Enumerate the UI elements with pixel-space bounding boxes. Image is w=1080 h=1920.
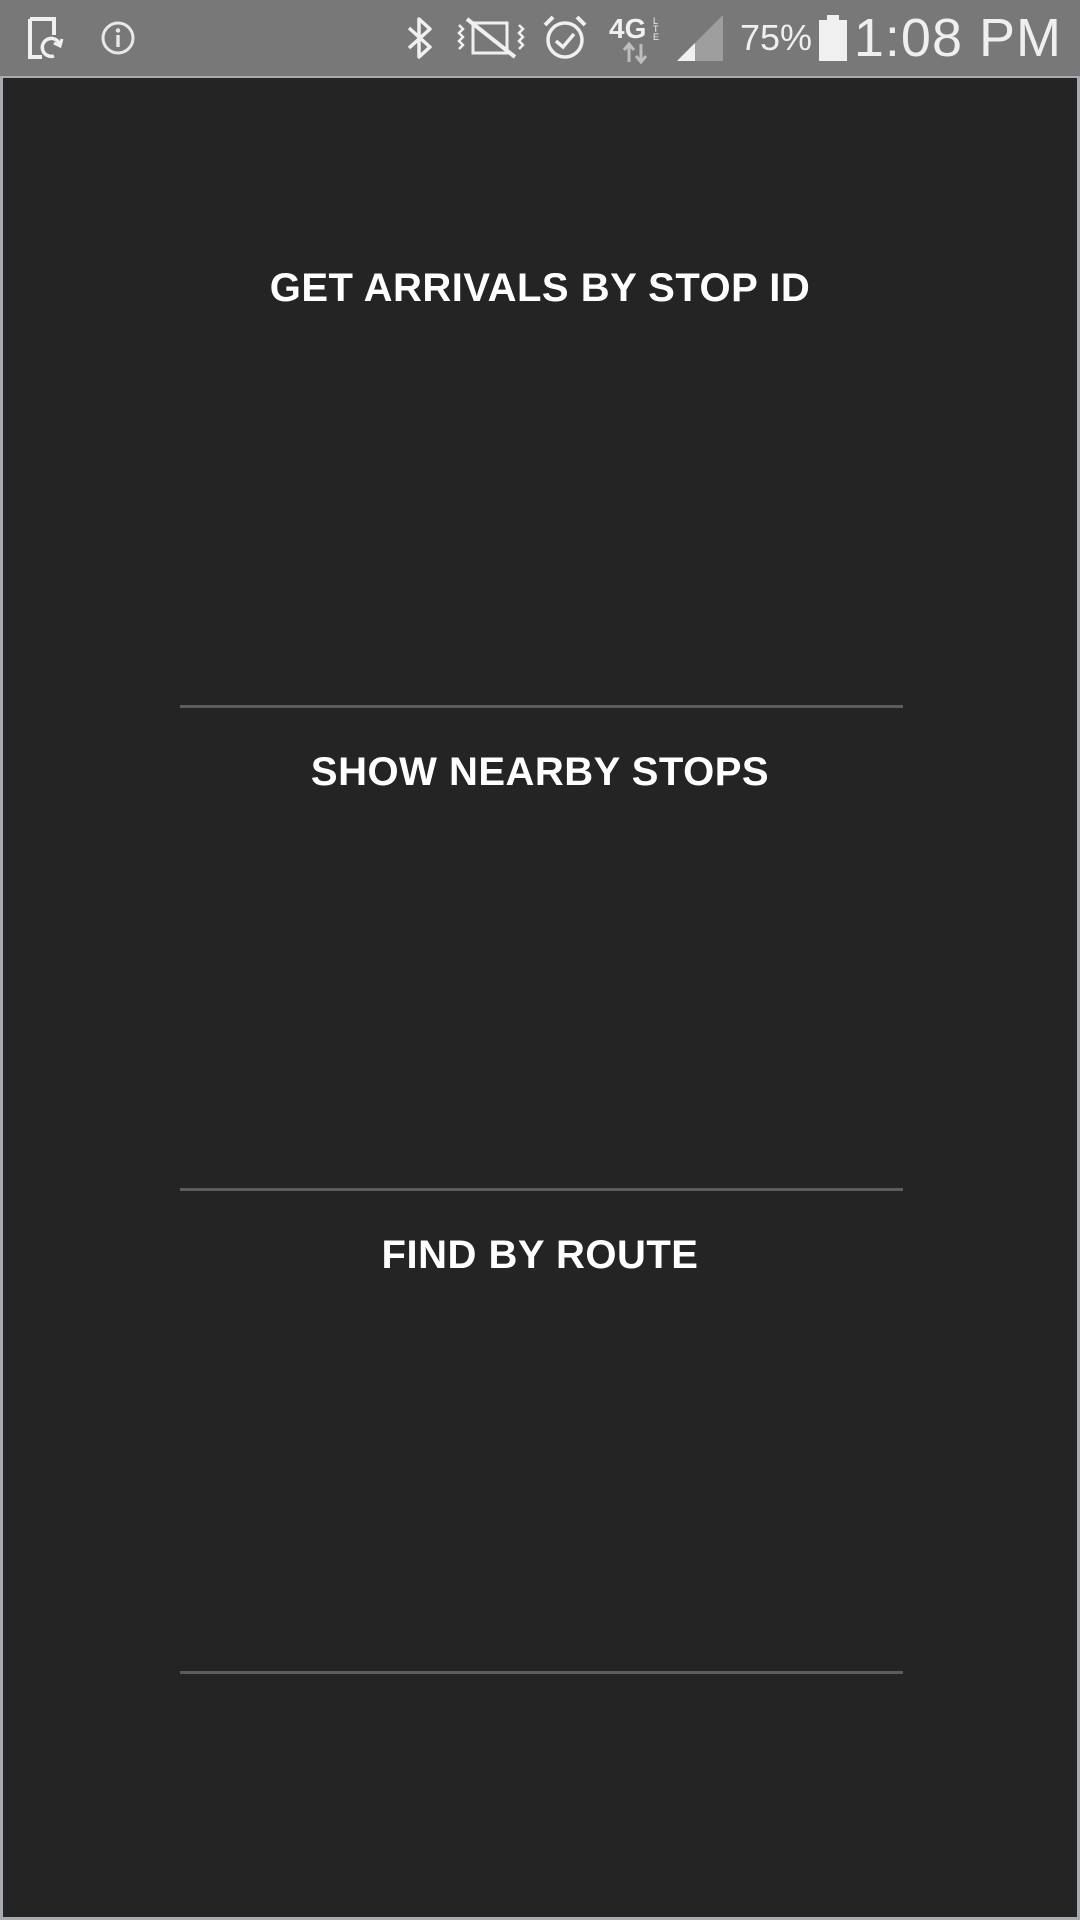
- divider: [180, 1671, 903, 1674]
- find-by-route-label: FIND BY ROUTE: [381, 1232, 699, 1277]
- divider: [180, 1188, 903, 1191]
- find-by-route-button[interactable]: FIND BY ROUTE: [3, 1045, 1077, 1527]
- main-menu: GET ARRIVALS BY STOP ID SHOW NEARBY STOP…: [0, 76, 1080, 1920]
- divider: [180, 705, 903, 708]
